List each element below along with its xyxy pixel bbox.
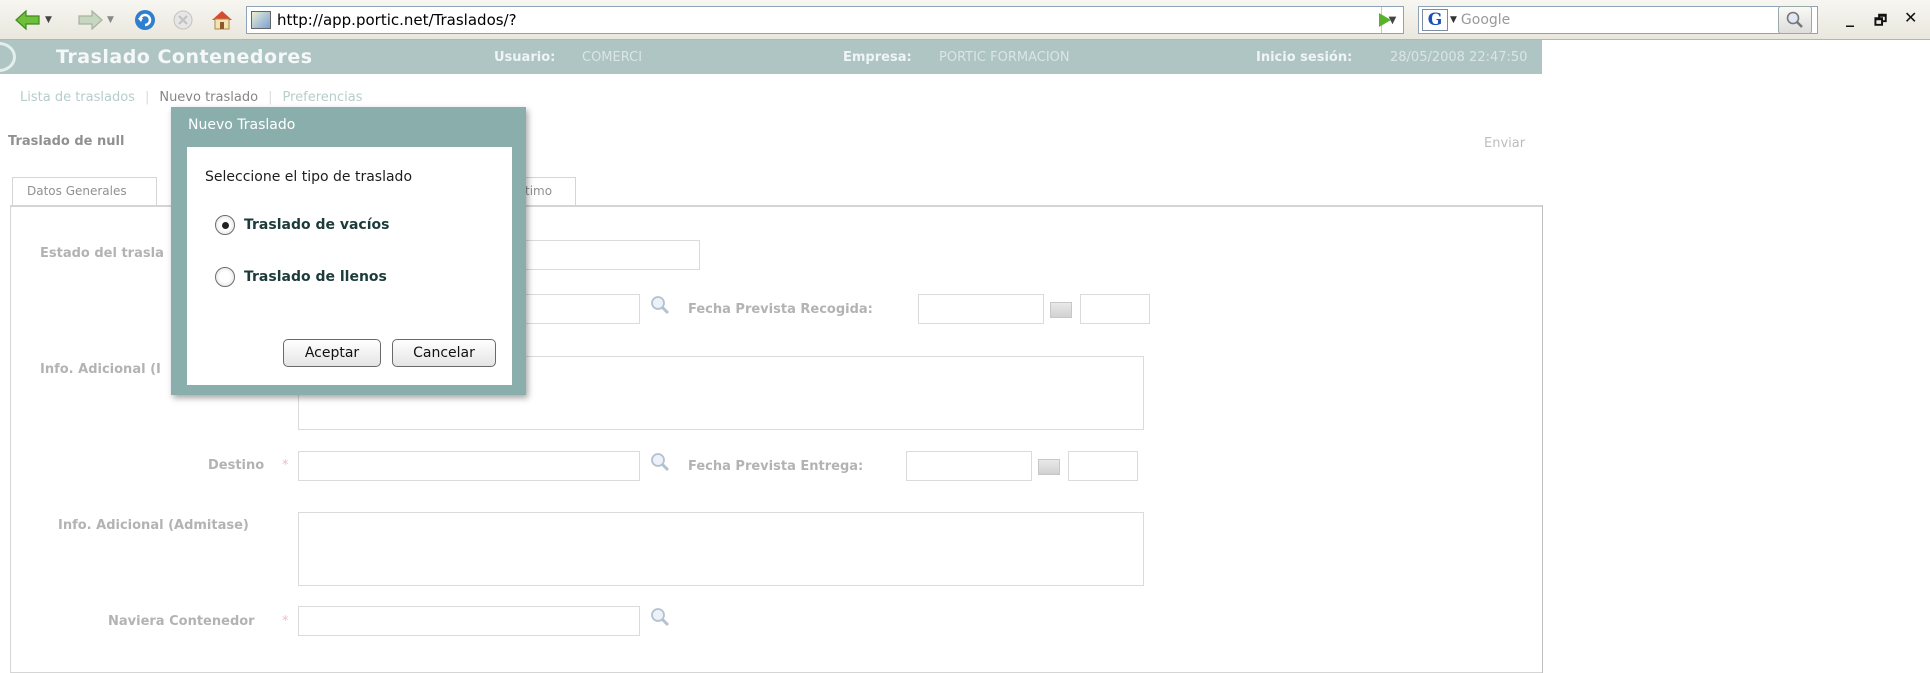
reload-icon [135,10,155,30]
radio-traslado-vacios[interactable]: Traslado de vacíos [215,215,389,235]
radio-dot [221,221,229,229]
stop-button[interactable] [168,5,198,35]
home-icon [212,11,232,30]
dialog-body: Seleccione el tipo de traslado Traslado … [187,147,512,385]
magnifier-icon [1786,11,1803,28]
google-logo-icon[interactable]: G [1422,9,1448,31]
browser-toolbar: ▼ ▼ http://app.portic.net/Traslados/? ▼ [0,0,1930,40]
close-icon[interactable]: ✕ [1904,8,1917,27]
accept-button[interactable]: Aceptar [283,339,381,367]
minimize-icon[interactable]: _ [1846,8,1854,27]
back-arrow-icon [15,9,40,31]
forward-button[interactable]: ▼ [72,5,118,35]
url-text[interactable]: http://app.portic.net/Traslados/? [277,11,1381,29]
search-input[interactable]: Google [1461,12,1510,28]
forward-arrow-icon [78,9,103,31]
forward-dropdown-icon[interactable]: ▼ [107,15,114,25]
radio-label[interactable]: Traslado de vacíos [244,217,389,233]
radio-unselected-icon[interactable] [215,267,235,287]
dialog-buttons: Aceptar Cancelar [187,339,512,369]
dialog-prompt: Seleccione el tipo de traslado [205,169,413,185]
reload-button[interactable] [130,5,160,35]
back-button[interactable]: ▼ [10,5,56,35]
go-button[interactable] [1372,8,1398,32]
dialog-title: Nuevo Traslado [188,117,296,133]
go-arrow-icon [1379,13,1391,27]
stop-icon [173,10,193,30]
restore-icon[interactable]: 🗗 [1874,10,1887,34]
search-engine-dropdown-icon[interactable]: ▼ [1450,15,1457,25]
search-box[interactable]: G ▼ Google [1418,6,1818,34]
radio-traslado-llenos[interactable]: Traslado de llenos [215,267,387,287]
nuevo-traslado-dialog: Nuevo Traslado Seleccione el tipo de tra… [171,107,526,395]
cancel-button[interactable]: Cancelar [392,339,496,367]
address-bar[interactable]: http://app.portic.net/Traslados/? ▼ [246,6,1404,34]
home-button[interactable] [206,5,238,35]
radio-label[interactable]: Traslado de llenos [244,269,387,285]
back-dropdown-icon[interactable]: ▼ [45,15,52,25]
search-button[interactable] [1778,6,1812,34]
radio-selected-icon[interactable] [215,215,235,235]
page-favicon-icon [251,11,271,29]
